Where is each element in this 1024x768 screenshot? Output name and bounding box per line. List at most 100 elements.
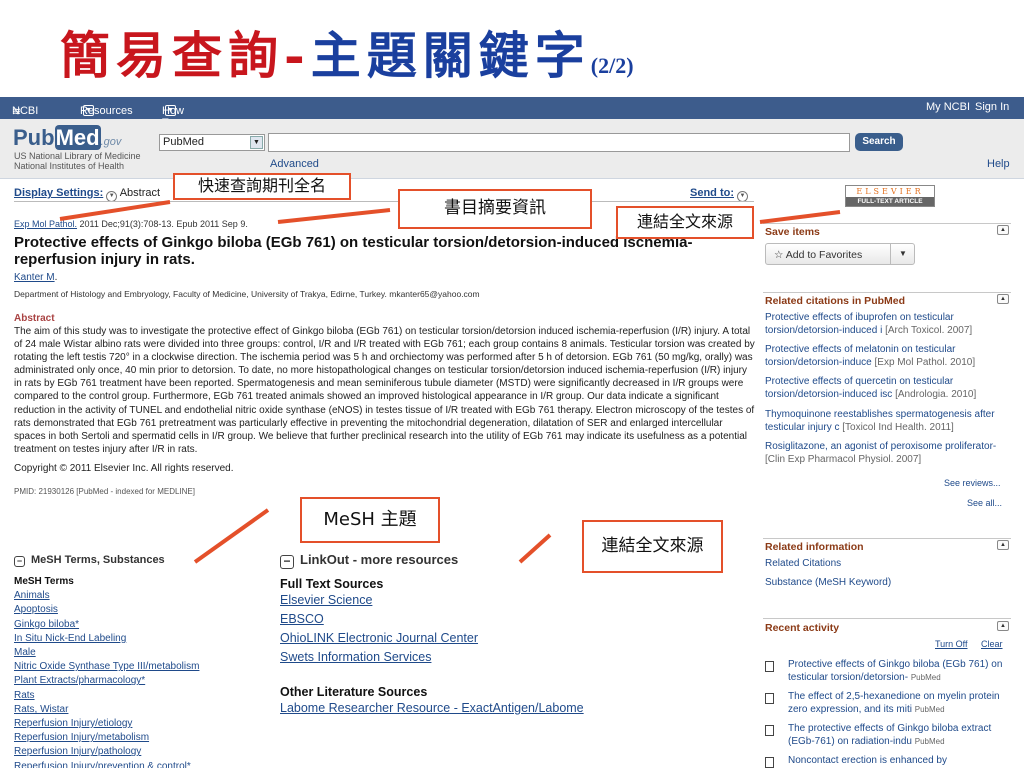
full-text-link[interactable]: EBSCO	[280, 610, 584, 629]
mesh-term-list: MeSH Terms Animals Apoptosis Ginkgo bilo…	[14, 575, 199, 768]
divider	[763, 223, 1011, 224]
advanced-search-link[interactable]: Advanced	[270, 158, 319, 170]
pubmed-header: PubMed.gov US National Library of Medici…	[0, 119, 1024, 179]
related-citation[interactable]: Thymoquinone reestablishes spermatogenes…	[765, 409, 1011, 434]
linkout-section-toggle[interactable]: − LinkOut - more resources	[280, 552, 458, 569]
mesh-term[interactable]: Rats	[14, 689, 199, 703]
affiliation: Department of Histology and Embryology, …	[14, 289, 480, 299]
search-input[interactable]	[268, 133, 850, 152]
related-info-heading: Related information	[765, 541, 864, 553]
see-all-link[interactable]: See all...	[967, 498, 1002, 508]
search-button[interactable]: Search	[855, 133, 903, 151]
document-icon	[765, 693, 774, 704]
mesh-term[interactable]: Animals	[14, 589, 199, 603]
divider	[763, 292, 1011, 293]
display-settings-label[interactable]: Display Settings:	[14, 187, 103, 199]
mesh-term[interactable]: Male	[14, 646, 199, 660]
related-citation[interactable]: Rosiglitazone, an agonist of peroxisome …	[765, 441, 1011, 466]
mesh-term[interactable]: Reperfusion Injury/prevention & control*	[14, 760, 199, 768]
divider	[763, 538, 1011, 539]
full-text-link[interactable]: Swets Information Services	[280, 648, 584, 667]
chevron-down-icon: ▼	[250, 136, 263, 149]
recent-item[interactable]: The protective effects of Ginkgo biloba …	[788, 723, 1010, 748]
chevron-down-icon: ▼	[165, 105, 176, 116]
recent-item[interactable]: Protective effects of Ginkgo biloba (EGb…	[788, 659, 1010, 684]
pubmed-logo[interactable]: PubMed.gov	[13, 125, 121, 151]
article: Exp Mol Pathol. 2011 Dec;91(3):708-13. E…	[14, 219, 756, 496]
mesh-section-toggle[interactable]: − MeSH Terms, Substances	[14, 554, 165, 567]
document-icon	[765, 661, 774, 672]
my-ncbi-link[interactable]: My NCBI	[926, 101, 970, 113]
elsevier-logo: ELSEVIER	[856, 187, 924, 196]
related-citations-heading: Related citations in PubMed	[765, 295, 906, 307]
annotation-fulltext-bottom: 連結全文來源	[582, 520, 723, 573]
related-info-link[interactable]: Related Citations	[765, 558, 1011, 571]
slide-title: 簡易查詢-主題關鍵字(2/2)	[60, 16, 634, 86]
send-to[interactable]: Send to: ▼	[690, 187, 748, 202]
mesh-term[interactable]: Rats, Wistar	[14, 703, 199, 717]
turn-off-link[interactable]: Turn Off	[935, 639, 968, 649]
collapse-icon[interactable]: ▲	[997, 540, 1009, 550]
add-to-favorites-button[interactable]: ☆ Add to Favorites ▼	[765, 243, 915, 265]
ncbi-top-bar: ≋ NCBI Resources▼ How To▼ My NCBI Sign I…	[0, 97, 1024, 129]
slide-page-indicator: (2/2)	[590, 53, 634, 78]
star-icon: ☆	[774, 249, 784, 261]
chevron-down-icon: ▼	[83, 105, 94, 116]
save-items-heading: Save items	[765, 226, 820, 238]
pmid: PMID: 21930126 [PubMed - indexed for MED…	[14, 486, 195, 496]
divider	[763, 618, 1011, 619]
library-caption: US National Library of Medicine National…	[14, 151, 141, 171]
mesh-term[interactable]: Reperfusion Injury/etiology	[14, 717, 199, 731]
collapse-icon[interactable]: ▲	[997, 621, 1009, 631]
database-select[interactable]: PubMed ▼	[159, 134, 265, 151]
chevron-down-icon[interactable]: ▼	[899, 249, 907, 258]
abstract-heading: Abstract	[14, 313, 55, 324]
mesh-term[interactable]: In Situ Nick-End Labeling	[14, 632, 199, 646]
recent-item[interactable]: The effect of 2,5-hexanedione on myelin …	[788, 691, 1010, 716]
journal-link[interactable]: Exp Mol Pathol.	[14, 219, 77, 229]
related-citation[interactable]: Protective effects of melatonin on testi…	[765, 344, 1011, 369]
mesh-term[interactable]: Ginkgo biloba*	[14, 618, 199, 632]
author-link[interactable]: Kanter M.	[14, 272, 756, 283]
other-source-link[interactable]: Labome Researcher Resource - ExactAntige…	[280, 699, 584, 718]
recent-activity-heading: Recent activity	[765, 622, 840, 634]
document-icon	[765, 757, 774, 768]
annotation-bibliographic: 書目摘要資訊	[398, 189, 592, 229]
mesh-term[interactable]: Nitric Oxide Synthase Type III/metabolis…	[14, 660, 199, 674]
collapse-icon[interactable]: −	[280, 555, 294, 569]
mesh-terms-heading: MeSH Terms	[14, 576, 74, 587]
divider	[14, 201, 754, 202]
mesh-term[interactable]: Reperfusion Injury/pathology	[14, 745, 199, 759]
related-citation[interactable]: Protective effects of quercetin on testi…	[765, 376, 1011, 401]
annotation-journal: 快速查詢期刊全名	[173, 173, 351, 200]
collapse-icon[interactable]: −	[14, 556, 25, 567]
recent-item[interactable]: Noncontact erection is enhanced by	[788, 755, 1010, 768]
mesh-term[interactable]: Plant Extracts/pharmacology*	[14, 674, 199, 688]
display-settings-value: Abstract	[119, 187, 161, 199]
linkout-list: Full Text Sources Elsevier Science EBSCO…	[280, 577, 584, 718]
document-icon	[765, 725, 774, 736]
slide-title-red: 簡易查詢-	[60, 26, 311, 85]
copyright: Copyright © 2011 Elsevier Inc. All right…	[14, 462, 234, 474]
sign-in-link[interactable]: Sign In	[975, 101, 1009, 113]
full-text-link[interactable]: Elsevier Science	[280, 591, 584, 610]
see-reviews-link[interactable]: See reviews...	[944, 478, 1001, 488]
other-sources-heading: Other Literature Sources	[280, 685, 428, 699]
elsevier-fulltext-button[interactable]: ELSEVIER FULL-TEXT ARTICLE	[845, 185, 935, 207]
full-text-heading: Full Text Sources	[280, 577, 384, 591]
article-title: Protective effects of Ginkgo biloba (EGb…	[14, 234, 693, 268]
help-link[interactable]: Help	[987, 158, 1010, 170]
full-text-link[interactable]: OhioLINK Electronic Journal Center	[280, 629, 584, 648]
related-info-link[interactable]: Substance (MeSH Keyword)	[765, 577, 1011, 590]
annotation-mesh: MeSH 主題	[300, 497, 440, 543]
collapse-icon[interactable]: ▲	[997, 294, 1009, 304]
abstract-text: The aim of this study was to investigate…	[14, 326, 755, 455]
collapse-icon[interactable]: ▲	[997, 225, 1009, 235]
display-settings[interactable]: Display Settings: ▼ Abstract	[14, 187, 160, 202]
mesh-term[interactable]: Apoptosis	[14, 603, 199, 617]
related-citation[interactable]: Protective effects of ibuprofen on testi…	[765, 312, 1011, 337]
full-text-label: FULL-TEXT ARTICLE	[846, 197, 934, 206]
mesh-term[interactable]: Reperfusion Injury/metabolism	[14, 731, 199, 745]
clear-link[interactable]: Clear	[981, 639, 1003, 649]
annotation-fulltext-top: 連結全文來源	[616, 206, 754, 239]
